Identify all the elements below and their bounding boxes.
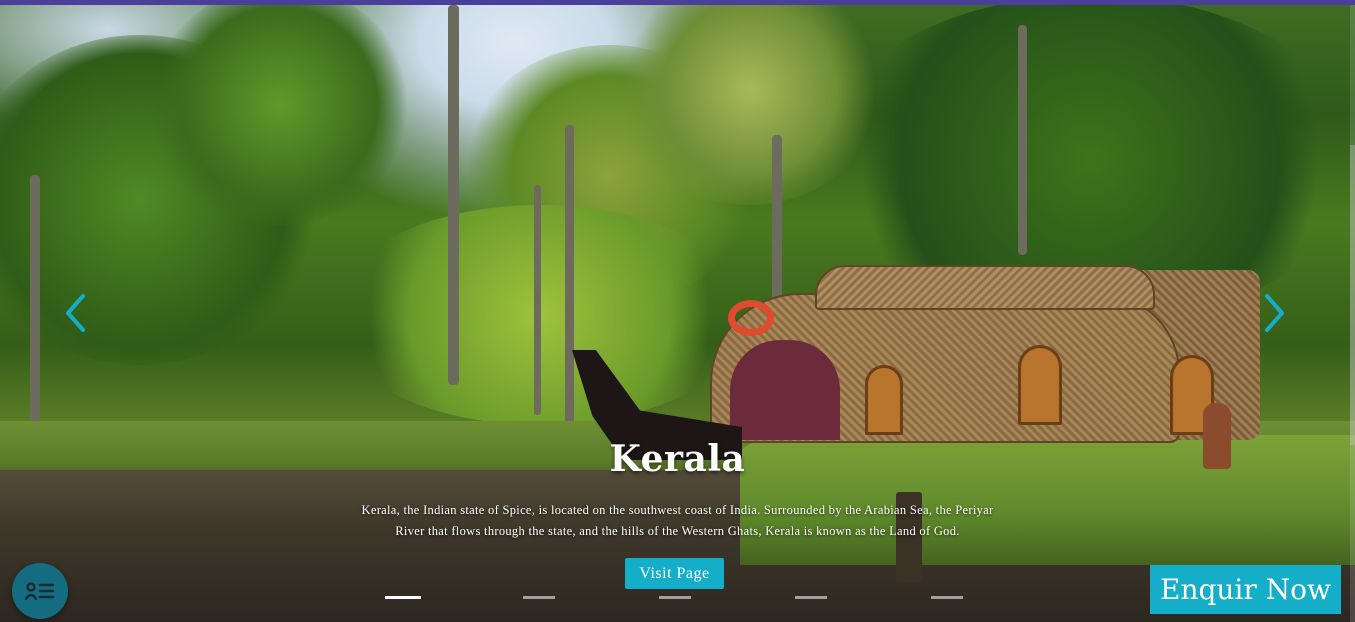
slide-title: Kerala bbox=[609, 438, 746, 480]
menu-fab-button[interactable] bbox=[12, 563, 68, 619]
carousel-prev-button[interactable] bbox=[60, 290, 90, 336]
chevron-left-icon bbox=[66, 294, 85, 332]
carousel-indicator[interactable] bbox=[795, 596, 827, 599]
carousel-indicator[interactable] bbox=[931, 596, 963, 599]
slide-caption: Kerala Kerala, the Indian state of Spice… bbox=[340, 438, 1015, 542]
slide-description: Kerala, the Indian state of Spice, is lo… bbox=[361, 503, 994, 538]
top-accent-bar bbox=[0, 0, 1355, 5]
scrollbar-thumb[interactable] bbox=[1350, 145, 1355, 445]
carousel-indicator[interactable] bbox=[659, 596, 691, 599]
page-scrollbar[interactable] bbox=[1350, 5, 1355, 622]
enquire-now-button[interactable]: Enquir Now bbox=[1150, 565, 1341, 614]
visit-page-button[interactable]: Visit Page bbox=[625, 558, 724, 589]
menu-list-icon bbox=[25, 582, 55, 601]
carousel-indicator[interactable] bbox=[523, 596, 555, 599]
chevron-right-icon bbox=[1265, 294, 1284, 332]
carousel-next-button[interactable] bbox=[1260, 290, 1290, 336]
carousel-indicator[interactable] bbox=[385, 596, 421, 599]
